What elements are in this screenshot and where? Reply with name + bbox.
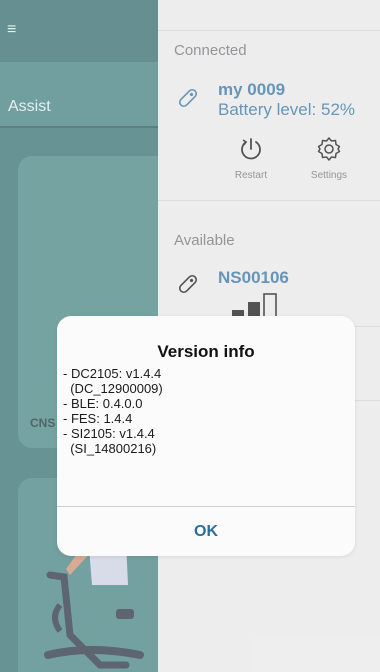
dialog-message: - DC2105: v1.4.4 (DC_12900009) - BLE: 0.… [63,366,343,456]
version-line: - SI2105: v1.4.4 [63,426,155,441]
version-line: - FES: 1.4.4 [63,411,133,426]
dialog-title: Version info [157,342,255,361]
version-info-dialog: Version info - DC2105: v1.4.4 (DC_129000… [57,316,355,556]
app-screen: ≡ Assist CNS Connected my 0009 Battery l… [0,0,380,672]
version-line: (SI_14800216) [63,441,157,456]
version-line: - BLE: 0.4.0.0 [63,396,143,411]
version-line: - DC2105: v1.4.4 [63,366,162,381]
ok-button[interactable]: OK [57,507,355,556]
version-line: (DC_12900009) [63,381,163,396]
